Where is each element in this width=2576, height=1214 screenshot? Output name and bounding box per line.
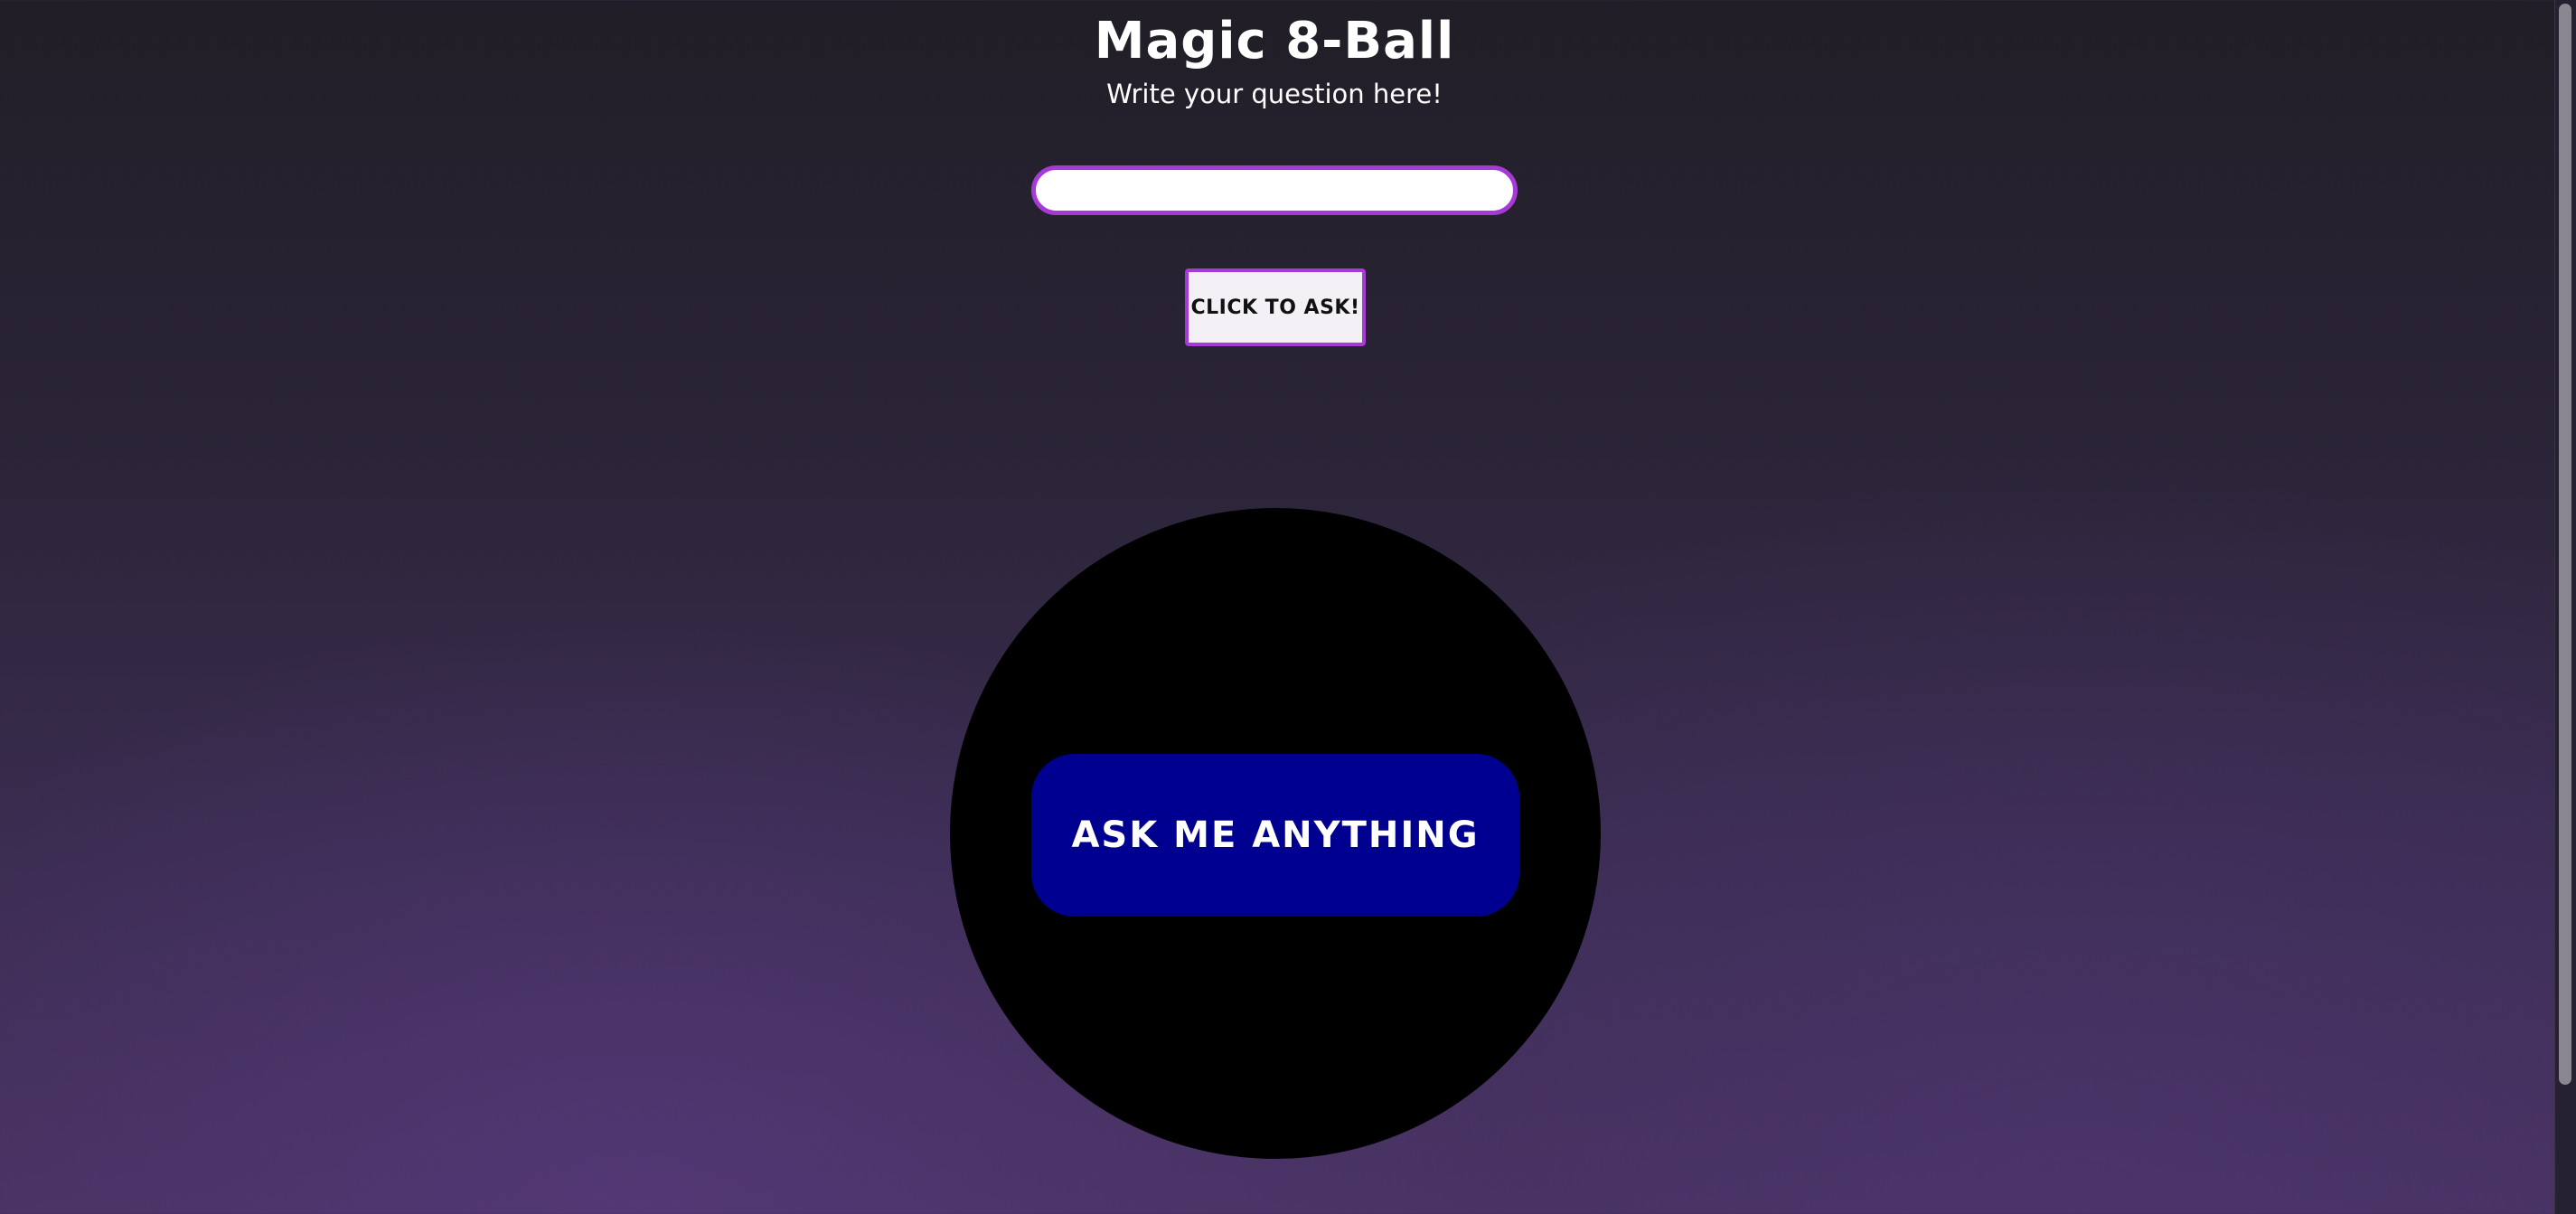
eight-ball: Ask me anything [950,508,1601,1159]
scrollbar-thumb[interactable] [2559,4,2571,1085]
page-content: Magic 8-Ball Write your question here! C… [0,0,2558,1214]
answer-text: Ask me anything [1071,814,1480,856]
page-subtitle: Write your question here! [1106,79,1443,109]
page-title: Magic 8-Ball [1094,12,1455,71]
ask-button[interactable]: Click to ask! [1185,268,1366,346]
answer-window: Ask me anything [1031,754,1519,917]
question-input[interactable] [1031,165,1518,215]
